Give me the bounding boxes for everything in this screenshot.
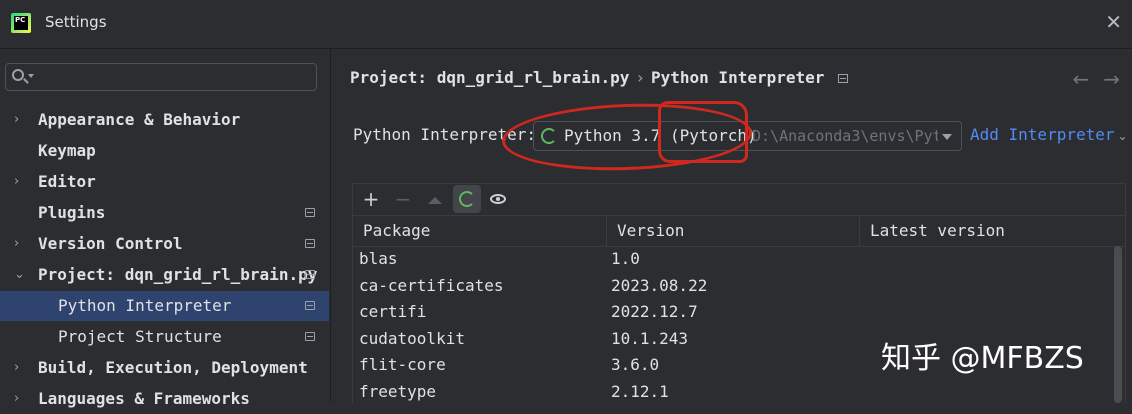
chevron-right-icon[interactable]: › xyxy=(14,167,28,197)
sidebar-item-label: Keymap xyxy=(38,141,96,160)
project-level-icon xyxy=(305,208,315,217)
search-options-caret-icon[interactable] xyxy=(28,74,34,78)
close-icon[interactable]: ✕ xyxy=(1105,12,1122,32)
sidebar-item-project-structure[interactable]: Project Structure xyxy=(0,322,329,352)
sidebar-item-label: Project Structure xyxy=(58,327,222,346)
dropdown-arrow-icon[interactable] xyxy=(942,134,952,140)
breadcrumb: Project: dqn_grid_rl_brain.py › Python Int… xyxy=(350,68,849,87)
package-name: blas xyxy=(359,249,398,268)
project-level-icon xyxy=(305,332,315,341)
column-header-package[interactable]: Package xyxy=(353,216,606,246)
sidebar-item-label: Languages & Frameworks xyxy=(38,389,250,408)
sidebar-item-label: Project: dqn_grid_rl_brain.py xyxy=(38,265,318,284)
uninstall-package-button[interactable]: − xyxy=(389,185,417,213)
sidebar-item-version-control[interactable]: › Version Control xyxy=(0,229,329,259)
sidebar-item-python-interpreter[interactable]: Python Interpreter xyxy=(0,291,329,321)
title-bar: PC Settings ✕ xyxy=(0,0,1132,48)
package-name: flit-core xyxy=(359,355,446,374)
sidebar-item-appearance-behavior[interactable]: › Appearance & Behavior xyxy=(0,105,329,135)
packages-scrollbar[interactable] xyxy=(1114,246,1122,403)
project-level-icon xyxy=(305,301,315,310)
package-version: 10.1.243 xyxy=(611,328,689,348)
package-name: freetype xyxy=(359,381,437,401)
sidebar-item-label: Editor xyxy=(38,172,96,191)
sidebar-item-label: Plugins xyxy=(38,203,106,222)
packages-table-body: blas 1.0 ca-certificates 2023.08.22 cert… xyxy=(353,246,1113,405)
project-level-icon xyxy=(305,270,315,279)
package-name: cudatoolkit xyxy=(359,328,465,348)
sidebar-item-languages-frameworks[interactable]: › Languages & Frameworks xyxy=(0,384,329,414)
eye-icon xyxy=(490,194,506,204)
breadcrumb-separator: › xyxy=(635,68,645,87)
package-version: 2022.12.7 xyxy=(611,302,698,321)
sidebar-item-build-execution-deployment[interactable]: › Build, Execution, Deployment xyxy=(0,353,329,383)
upgrade-arrow-icon xyxy=(428,197,442,204)
back-arrow-icon[interactable]: ← xyxy=(1072,67,1089,91)
navigation-arrows: ← → xyxy=(1058,67,1120,91)
project-level-icon xyxy=(305,239,315,248)
app-icon-text: PC xyxy=(14,16,28,30)
packages-table-header: Package Version Latest version xyxy=(353,215,1125,247)
package-version: 2.12.1 xyxy=(611,381,669,401)
window-title: Settings xyxy=(45,13,107,31)
add-interpreter-link[interactable]: Add Interpreter ⌄ xyxy=(970,125,1128,144)
settings-search-input[interactable] xyxy=(5,63,317,91)
interpreter-path: D:\Anaconda3\envs\Pytor xyxy=(752,127,938,145)
column-header-latest-version[interactable]: Latest version xyxy=(859,216,1125,246)
add-interpreter-label: Add Interpreter xyxy=(970,125,1115,144)
upgrade-package-button[interactable] xyxy=(421,185,449,213)
sidebar-item-label: Version Control xyxy=(38,234,183,253)
sidebar-item-plugins[interactable]: Plugins xyxy=(0,198,329,228)
sidebar-item-label: Appearance & Behavior xyxy=(38,110,241,129)
package-version: 3.6.0 xyxy=(611,355,660,374)
show-early-releases-button[interactable] xyxy=(485,185,513,213)
chevron-right-icon[interactable]: › xyxy=(14,384,28,414)
package-version: 1.0 xyxy=(611,249,640,268)
column-header-version[interactable]: Version xyxy=(606,216,859,246)
breadcrumb-project: Project: dqn_grid_rl_brain.py xyxy=(350,68,630,87)
red-annotation-box xyxy=(658,101,748,163)
package-version: 2023.08.22 xyxy=(611,275,708,295)
breadcrumb-page: Python Interpreter xyxy=(651,68,825,87)
chevron-down-icon: ⌄ xyxy=(1117,129,1128,143)
table-row[interactable]: blas 1.0 xyxy=(353,246,1113,273)
settings-sidebar: › Appearance & Behavior Keymap › Editor … xyxy=(0,49,331,408)
sidebar-item-editor[interactable]: › Editor xyxy=(0,167,329,197)
loading-spinner-icon xyxy=(459,191,475,207)
package-name: ca-certificates xyxy=(359,275,504,295)
watermark-text: 知乎 @MFBZS xyxy=(881,341,1084,376)
table-row[interactable]: ca-certificates 2023.08.22 xyxy=(353,273,1113,300)
chevron-right-icon[interactable]: › xyxy=(14,229,28,259)
table-row[interactable]: certifi 2022.12.7 xyxy=(353,299,1113,326)
reload-packages-button[interactable] xyxy=(453,185,481,213)
sidebar-item-label: Build, Execution, Deployment xyxy=(38,358,308,377)
forward-arrow-icon[interactable]: → xyxy=(1103,67,1120,91)
chevron-right-icon[interactable]: › xyxy=(14,353,28,383)
chevron-down-icon[interactable]: ⌄ xyxy=(14,260,28,290)
pycharm-logo-icon: PC xyxy=(11,13,31,33)
install-package-button[interactable]: + xyxy=(357,185,385,213)
table-row[interactable]: freetype 2.12.1 xyxy=(353,379,1113,406)
project-level-icon xyxy=(838,74,849,83)
sidebar-item-project[interactable]: ⌄ Project: dqn_grid_rl_brain.py xyxy=(0,260,329,290)
sidebar-item-keymap[interactable]: Keymap xyxy=(0,136,329,166)
sidebar-item-label: Python Interpreter xyxy=(58,296,232,315)
chevron-right-icon[interactable]: › xyxy=(14,105,28,135)
package-name: certifi xyxy=(359,302,427,321)
packages-toolbar: + − xyxy=(353,184,1125,214)
search-icon xyxy=(12,69,24,81)
